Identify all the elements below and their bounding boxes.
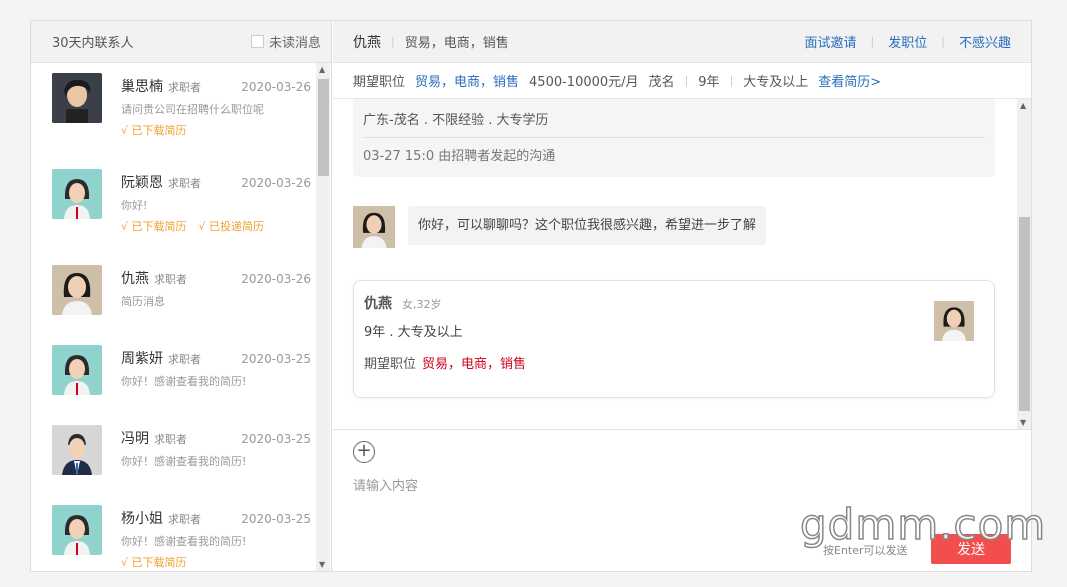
contact-date: 2020-03-25: [241, 432, 311, 446]
tag-delivered: √ 已投递简历: [198, 220, 265, 233]
contact-date: 2020-03-25: [241, 512, 311, 526]
female-photo-avatar: [52, 265, 102, 315]
contact-name: 仇燕: [121, 271, 149, 287]
resume-positions-label: 期望职位: [364, 357, 417, 372]
divider: |: [870, 35, 875, 48]
contact-tags: √ 已下载简历: [121, 554, 199, 570]
contact-tags: √ 已下载简历 √ 已投递简历: [121, 218, 276, 234]
contact-preview: 你好！感谢查看我的简历!: [121, 455, 247, 468]
contact-role: 求职者: [154, 433, 187, 446]
contact-tags: √ 已下载简历: [121, 122, 199, 138]
header-actions: 面试邀请 | 发职位 | 不感兴趣: [805, 32, 1011, 51]
tag-downloaded: √ 已下载简历: [121, 124, 187, 137]
scrollbar-thumb[interactable]: [318, 79, 329, 176]
contacts-title: 30天内联系人: [52, 36, 134, 51]
contact-preview: 你好！感谢查看我的简历!: [121, 535, 247, 548]
scrollbar-thumb[interactable]: [1019, 217, 1030, 411]
message-input[interactable]: [353, 474, 1003, 498]
view-resume-link[interactable]: 查看简历>: [818, 71, 881, 90]
male-photo-avatar: [52, 73, 102, 123]
expectation-positions: 贸易，电商，销售: [415, 75, 520, 90]
expectation-bar: 期望职位 贸易，电商，销售 4500-10000元/月 茂名 | 9年 | 大专…: [333, 63, 1031, 99]
watermark: gdmm.com: [799, 499, 1047, 550]
message-bubble: 你好，可以聊聊吗？这个职位我很感兴趣，希望进一步了解: [408, 206, 767, 245]
contact-item[interactable]: 杨小姐 求职者 2020-03-25 你好！感谢查看我的简历! √ 已下载简历: [31, 495, 316, 571]
resume-meta: 女,32岁: [402, 298, 442, 311]
resume-positions-row: 期望职位 贸易，电商，销售: [364, 353, 526, 372]
expectation-experience: 9年: [698, 75, 720, 90]
contact-date: 2020-03-26: [241, 80, 311, 94]
contact-date: 2020-03-25: [241, 352, 311, 366]
resume-name: 仇燕: [364, 296, 392, 312]
candidate-avatar: [353, 206, 395, 248]
tag-downloaded: √ 已下载简历: [121, 556, 187, 569]
contact-role: 求职者: [168, 353, 201, 366]
job-card-meta: 03-27 15:0 由招聘者发起的沟通: [363, 149, 556, 164]
expectation-city: 茂名: [648, 75, 675, 90]
contact-role: 求职者: [154, 273, 187, 286]
contacts-list: 巢思楠 求职者 2020-03-26 请问贵公司在招聘什么职位呢 √ 已下载简历 阮…: [31, 63, 316, 571]
contact-item[interactable]: 阮颖恩 求职者 2020-03-26 你好! √ 已下载简历 √ 已投递简历: [31, 159, 316, 239]
female-default-avatar: [52, 169, 102, 219]
unread-filter[interactable]: 未读消息: [250, 32, 321, 51]
male-default-avatar: [52, 425, 102, 475]
divider: |: [941, 35, 945, 48]
job-card-info: 广东-茂名 . 不限经验 . 大专学历: [363, 113, 549, 128]
contacts-header: 30天内联系人 未读消息: [31, 21, 331, 63]
not-interested-link[interactable]: 不感兴趣: [959, 32, 1011, 51]
unread-label: 未读消息: [268, 36, 321, 51]
chat-app: 30天内联系人 未读消息 巢思楠 求职者 2020-03-26 请问贵公司在招聘什么…: [30, 20, 1032, 572]
expectation-salary: 4500-10000元/月: [529, 75, 639, 90]
contact-name: 杨小姐: [121, 511, 163, 527]
scroll-up-icon[interactable]: ▲: [319, 65, 325, 74]
chat-area: 广东-茂名 . 不限经验 . 大专学历 03-27 15:0 由招聘者发起的沟通…: [333, 99, 1017, 429]
contact-name: 阮颖恩: [121, 175, 163, 191]
female-default-avatar: [52, 345, 102, 395]
contacts-panel: 30天内联系人 未读消息 巢思楠 求职者 2020-03-26 请问贵公司在招聘什么…: [31, 21, 332, 571]
contact-name: 冯明: [121, 431, 149, 447]
candidate-name: 仇燕: [353, 34, 381, 51]
conversation-panel: 仇燕 | 贸易，电商，销售 面试邀请 | 发职位 | 不感兴趣 期望职位 贸易，…: [333, 21, 1031, 571]
scroll-up-icon[interactable]: ▲: [1020, 101, 1026, 110]
send-job-link[interactable]: 发职位: [888, 32, 927, 51]
contact-preview: 你好!: [121, 199, 148, 212]
divider: |: [729, 74, 734, 87]
contact-name: 周紫妍: [121, 351, 163, 367]
resume-card[interactable]: 仇燕 女,32岁 9年 . 大专及以上 期望职位 贸易，电商，销售: [353, 280, 995, 398]
contact-role: 求职者: [168, 177, 201, 190]
contact-item[interactable]: 冯明 求职者 2020-03-25 你好！感谢查看我的简历!: [31, 415, 316, 495]
contact-item[interactable]: 仇燕 求职者 2020-03-26 简历消息: [31, 255, 316, 335]
contact-preview: 请问贵公司在招聘什么职位呢: [121, 103, 264, 116]
contact-preview: 你好！感谢查看我的简历!: [121, 375, 247, 388]
conversation-header: 仇燕 | 贸易，电商，销售 面试邀请 | 发职位 | 不感兴趣: [333, 21, 1031, 63]
divider: [363, 137, 985, 138]
contacts-scrollbar[interactable]: ▲ ▼: [316, 63, 330, 571]
plus-icon[interactable]: +: [353, 441, 375, 463]
divider: |: [684, 74, 689, 87]
chat-scrollbar[interactable]: ▲ ▼: [1017, 99, 1031, 429]
contact-name: 巢思楠: [121, 79, 163, 95]
scroll-down-icon[interactable]: ▼: [319, 560, 325, 569]
contact-preview: 简历消息: [121, 295, 165, 308]
contact-item[interactable]: 巢思楠 求职者 2020-03-26 请问贵公司在招聘什么职位呢 √ 已下载简历: [31, 63, 316, 143]
tag-downloaded: √ 已下载简历: [121, 220, 187, 233]
expectation-label: 期望职位: [353, 75, 406, 90]
contact-item[interactable]: 周紫妍 求职者 2020-03-25 你好！感谢查看我的简历!: [31, 335, 316, 415]
female-default-avatar: [52, 505, 102, 555]
candidate-positions: 贸易，电商，销售: [404, 36, 509, 51]
job-card: 广东-茂名 . 不限经验 . 大专学历 03-27 15:0 由招聘者发起的沟通: [353, 99, 995, 177]
contact-date: 2020-03-26: [241, 176, 311, 190]
resume-summary: 9年 . 大专及以上: [364, 325, 463, 340]
resume-positions: 贸易，电商，销售: [422, 357, 527, 372]
scroll-down-icon[interactable]: ▼: [1020, 418, 1026, 427]
contact-role: 求职者: [168, 81, 201, 94]
contact-date: 2020-03-26: [241, 272, 311, 286]
contact-role: 求职者: [168, 513, 201, 526]
interview-invite-link[interactable]: 面试邀请: [805, 32, 857, 51]
expectation-education: 大专及以上: [743, 75, 809, 90]
unread-checkbox[interactable]: [250, 35, 264, 48]
resume-avatar: [934, 301, 974, 341]
divider: |: [391, 35, 395, 48]
